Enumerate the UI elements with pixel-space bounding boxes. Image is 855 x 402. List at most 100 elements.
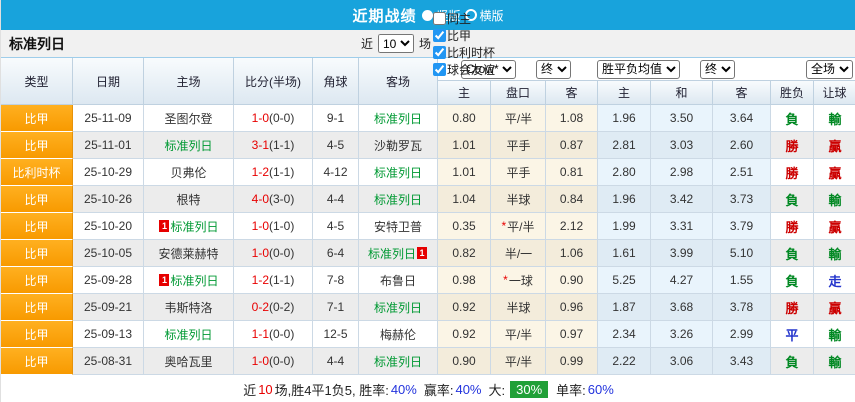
halftime-score: (3-0)	[269, 192, 294, 206]
date-cell: 25-10-05	[73, 240, 144, 267]
avg-draw-odds-cell: 2.98	[651, 159, 713, 186]
final-odds-select-2[interactable]: 终	[700, 60, 735, 79]
scope-select[interactable]: 全场	[806, 60, 853, 79]
home-team-cell: 1安德莱赫特	[144, 240, 234, 267]
corner-cell: 7-8	[313, 267, 359, 294]
col-header-result: 胜负	[771, 81, 814, 105]
corner-cell: 6-4	[313, 240, 359, 267]
away-team-name[interactable]: 标准列日	[374, 353, 422, 370]
halftime-score: (1-1)	[269, 165, 294, 179]
corner-cell: 7-1	[313, 294, 359, 321]
corner-cell: 4-4	[313, 348, 359, 375]
score-cell: 4-0(3-0)	[234, 186, 313, 213]
score-cell: 1-2(1-1)	[234, 267, 313, 294]
away-team-cell: 安特卫普1	[359, 213, 438, 240]
col-header-avg-away: 客	[713, 81, 771, 105]
fulltime-score: 1-0	[252, 354, 269, 368]
filter-checkbox-1[interactable]: 比甲	[433, 27, 495, 44]
col-header-home: 主场	[144, 58, 234, 105]
avg-away-odds-cell: 1.55	[713, 267, 771, 294]
away-odds-cell: 0.97	[546, 321, 598, 348]
checkbox-input[interactable]	[433, 12, 446, 25]
home-team-cell: 1标准列日	[144, 213, 234, 240]
match-result-cell: 負	[771, 267, 814, 294]
handicap-result-cell: 贏	[814, 132, 855, 159]
avg-away-odds-cell: 3.64	[713, 105, 771, 132]
away-team-cell: 标准列日1	[359, 105, 438, 132]
home-team-name[interactable]: 根特	[176, 191, 200, 208]
halftime-score: (0-0)	[269, 327, 294, 341]
checkbox-input[interactable]	[433, 29, 446, 42]
fulltime-score: 1-0	[252, 246, 269, 260]
avg-odds-select[interactable]: 胜平负均值	[597, 60, 680, 79]
handicap-cell: 半球	[491, 186, 546, 213]
home-team-name[interactable]: 标准列日	[170, 218, 218, 235]
league-type-cell: 比甲	[1, 321, 73, 348]
match-result-cell: 勝	[771, 213, 814, 240]
final-odds-select-1[interactable]: 终	[536, 60, 571, 79]
league-type-cell: 比甲	[1, 348, 73, 375]
games-label: 场	[419, 35, 431, 52]
team-name: 标准列日	[9, 34, 65, 54]
handicap-result-cell: 贏	[814, 294, 855, 321]
home-team-name[interactable]: 标准列日	[164, 137, 212, 154]
handicap-result-cell: 輸	[814, 105, 855, 132]
away-team-name[interactable]: 标准列日	[374, 110, 422, 127]
avg-home-odds-cell: 2.22	[598, 348, 651, 375]
handicap-result-cell: 輸	[814, 186, 855, 213]
home-team-name[interactable]: 标准列日	[164, 326, 212, 343]
avg-draw-odds-cell: 4.27	[651, 267, 713, 294]
col-header-odds-away: 客	[546, 81, 598, 105]
fulltime-score: 1-2	[252, 165, 269, 179]
home-team-name[interactable]: 安德莱赫特	[158, 245, 218, 262]
profit-rate-value: 40%	[455, 382, 481, 397]
home-odds-cell: 1.04	[438, 186, 491, 213]
home-team-name[interactable]: 韦斯特洛	[164, 299, 212, 316]
away-odds-cell: 1.08	[546, 105, 598, 132]
away-team-name[interactable]: 安特卫普	[374, 218, 422, 235]
home-odds-cell: 0.35	[438, 213, 491, 240]
home-team-name[interactable]: 圣图尔登	[164, 110, 212, 127]
filter-checkbox-3[interactable]: 球会友谊	[433, 61, 495, 78]
fulltime-score: 1-2	[252, 273, 269, 287]
away-team-name[interactable]: 标准列日	[368, 245, 416, 262]
handicap-result-cell: 輸	[814, 321, 855, 348]
corner-cell: 12-5	[313, 321, 359, 348]
table-row: 比甲 25-08-31 1奥哈瓦里 1-0(0-0) 4-4 标准列日1 0.9…	[1, 348, 855, 375]
league-type-cell: 比甲	[1, 213, 73, 240]
handicap-changed-marker: *	[501, 219, 506, 233]
avg-away-odds-cell: 2.99	[713, 321, 771, 348]
away-team-name[interactable]: 布鲁日	[380, 272, 416, 289]
match-result-cell: 勝	[771, 294, 814, 321]
away-team-name[interactable]: 沙勒罗瓦	[374, 137, 422, 154]
results-table: 类型 日期 主场 比分(半场) 角球 客场 Crow* 终 胜平负均值 终 全场…	[1, 57, 855, 375]
table-row: 比甲 25-09-21 1韦斯特洛 0-2(0-2) 7-1 标准列日1 0.9…	[1, 294, 855, 321]
avg-home-odds-cell: 1.87	[598, 294, 651, 321]
away-team-cell: 沙勒罗瓦1	[359, 132, 438, 159]
away-team-name[interactable]: 标准列日	[374, 299, 422, 316]
match-result-cell: 負	[771, 348, 814, 375]
halftime-score: (1-1)	[269, 138, 294, 152]
match-count-select[interactable]: 10	[378, 34, 414, 53]
away-team-name[interactable]: 标准列日	[374, 164, 422, 181]
avg-home-odds-cell: 1.96	[598, 186, 651, 213]
avg-away-odds-cell: 3.78	[713, 294, 771, 321]
filter-checkbox-0[interactable]: 同主	[433, 10, 495, 27]
home-odds-cell: 0.80	[438, 105, 491, 132]
away-team-name[interactable]: 梅赫伦	[380, 326, 416, 343]
score-cell: 1-0(1-0)	[234, 213, 313, 240]
filter-checkbox-2[interactable]: 比利时杯	[433, 44, 495, 61]
home-team-name[interactable]: 奥哈瓦里	[164, 353, 212, 370]
away-odds-cell: 1.06	[546, 240, 598, 267]
halftime-score: (0-0)	[269, 111, 294, 125]
home-team-name[interactable]: 标准列日	[170, 272, 218, 289]
avg-draw-odds-cell: 3.68	[651, 294, 713, 321]
checkbox-input[interactable]	[433, 46, 446, 59]
home-team-name[interactable]: 贝弗伦	[170, 164, 206, 181]
match-result-cell: 負	[771, 105, 814, 132]
away-team-name[interactable]: 标准列日	[374, 191, 422, 208]
date-cell: 25-08-31	[73, 348, 144, 375]
checkbox-input[interactable]	[433, 63, 446, 76]
home-odds-cell: 0.98	[438, 267, 491, 294]
table-row: 比甲 25-10-26 1根特 4-0(3-0) 4-4 标准列日1 1.04 …	[1, 186, 855, 213]
